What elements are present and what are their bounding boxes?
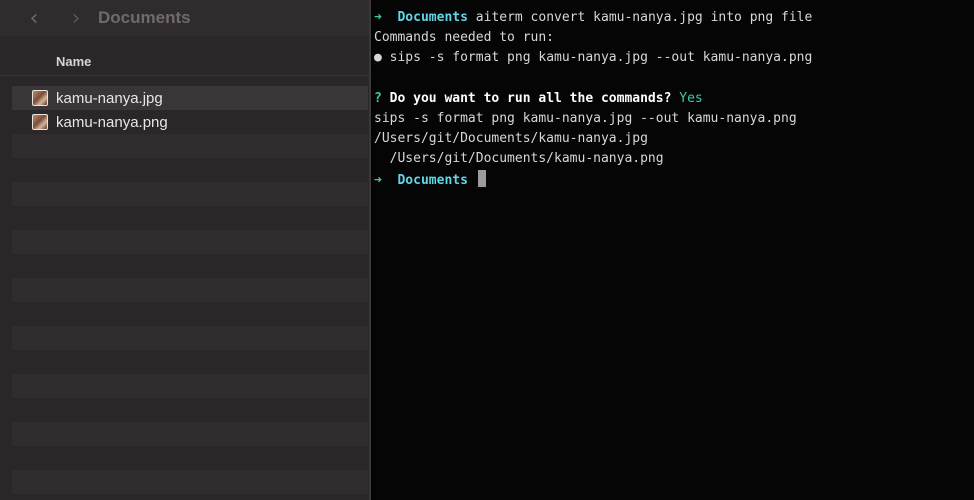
empty-row bbox=[12, 230, 368, 254]
empty-row bbox=[12, 422, 368, 446]
terminal-output-line: /Users/git/Documents/kamu-nanya.png bbox=[374, 151, 664, 167]
forward-button[interactable]: › bbox=[60, 5, 92, 31]
empty-row bbox=[12, 182, 368, 206]
prompt-arrow-icon: ➜ bbox=[374, 10, 382, 25]
terminal-line-planned: ● sips -s format png kamu-nanya.jpg --ou… bbox=[374, 48, 974, 68]
back-button[interactable]: ‹ bbox=[18, 5, 50, 31]
column-header: Name bbox=[0, 46, 369, 76]
prompt-directory: Documents bbox=[397, 172, 468, 188]
planned-command: sips -s format png kamu-nanya.jpg --out … bbox=[389, 50, 813, 66]
text-cursor[interactable] bbox=[477, 169, 486, 187]
column-header-name[interactable]: Name bbox=[56, 54, 91, 69]
terminal-line-needed: Commands needed to run: bbox=[374, 30, 555, 46]
prompt-directory: Documents bbox=[397, 10, 468, 25]
empty-row bbox=[12, 446, 368, 470]
terminal-window[interactable]: ➜ Documents aiterm convert kamu-nanya.jp… bbox=[371, 0, 974, 500]
empty-row bbox=[12, 278, 368, 302]
empty-row bbox=[12, 326, 368, 350]
empty-row bbox=[12, 134, 368, 158]
terminal-line-question: ? Do you want to run all the commands? Y… bbox=[374, 89, 974, 109]
empty-row bbox=[12, 206, 368, 230]
confirm-question: Do you want to run all the commands? bbox=[389, 90, 672, 106]
empty-row bbox=[12, 374, 368, 398]
confirm-answer: Yes bbox=[679, 90, 703, 106]
question-mark-icon: ? bbox=[374, 90, 382, 106]
empty-row bbox=[12, 302, 368, 326]
terminal-output-line: /Users/git/Documents/kamu-nanya.jpg bbox=[374, 131, 648, 147]
empty-row bbox=[12, 350, 368, 374]
finder-toolbar: ‹ › Documents bbox=[0, 0, 369, 36]
prompt-arrow-icon: ➜ bbox=[374, 172, 382, 188]
empty-row bbox=[12, 254, 368, 278]
file-list: kamu-nanya.jpg kamu-nanya.png bbox=[0, 86, 369, 500]
file-name: kamu-nanya.png bbox=[56, 113, 168, 131]
empty-row bbox=[12, 398, 368, 422]
terminal-line-command: ➜ Documents aiterm convert kamu-nanya.jp… bbox=[374, 8, 974, 28]
terminal-line-prompt: ➜ Documents bbox=[374, 169, 974, 190]
finder-window: ‹ › Documents Name kamu-nanya.jpg kamu-n… bbox=[0, 0, 369, 500]
file-row-png[interactable]: kamu-nanya.png bbox=[12, 110, 368, 134]
terminal-output-line: sips -s format png kamu-nanya.jpg --out … bbox=[374, 110, 797, 126]
file-name: kamu-nanya.jpg bbox=[56, 89, 163, 107]
typed-command: aiterm convert kamu-nanya.jpg into png f… bbox=[475, 10, 813, 25]
chevron-left-icon: ‹ bbox=[29, 5, 39, 31]
window-title: Documents bbox=[98, 8, 191, 27]
file-row-jpg[interactable]: kamu-nanya.jpg bbox=[12, 86, 368, 110]
image-file-icon bbox=[32, 114, 48, 130]
empty-row bbox=[12, 470, 368, 494]
chevron-right-icon: › bbox=[71, 5, 81, 31]
empty-row bbox=[12, 158, 368, 182]
bullet-icon: ● bbox=[374, 50, 382, 66]
image-file-icon bbox=[32, 90, 48, 106]
